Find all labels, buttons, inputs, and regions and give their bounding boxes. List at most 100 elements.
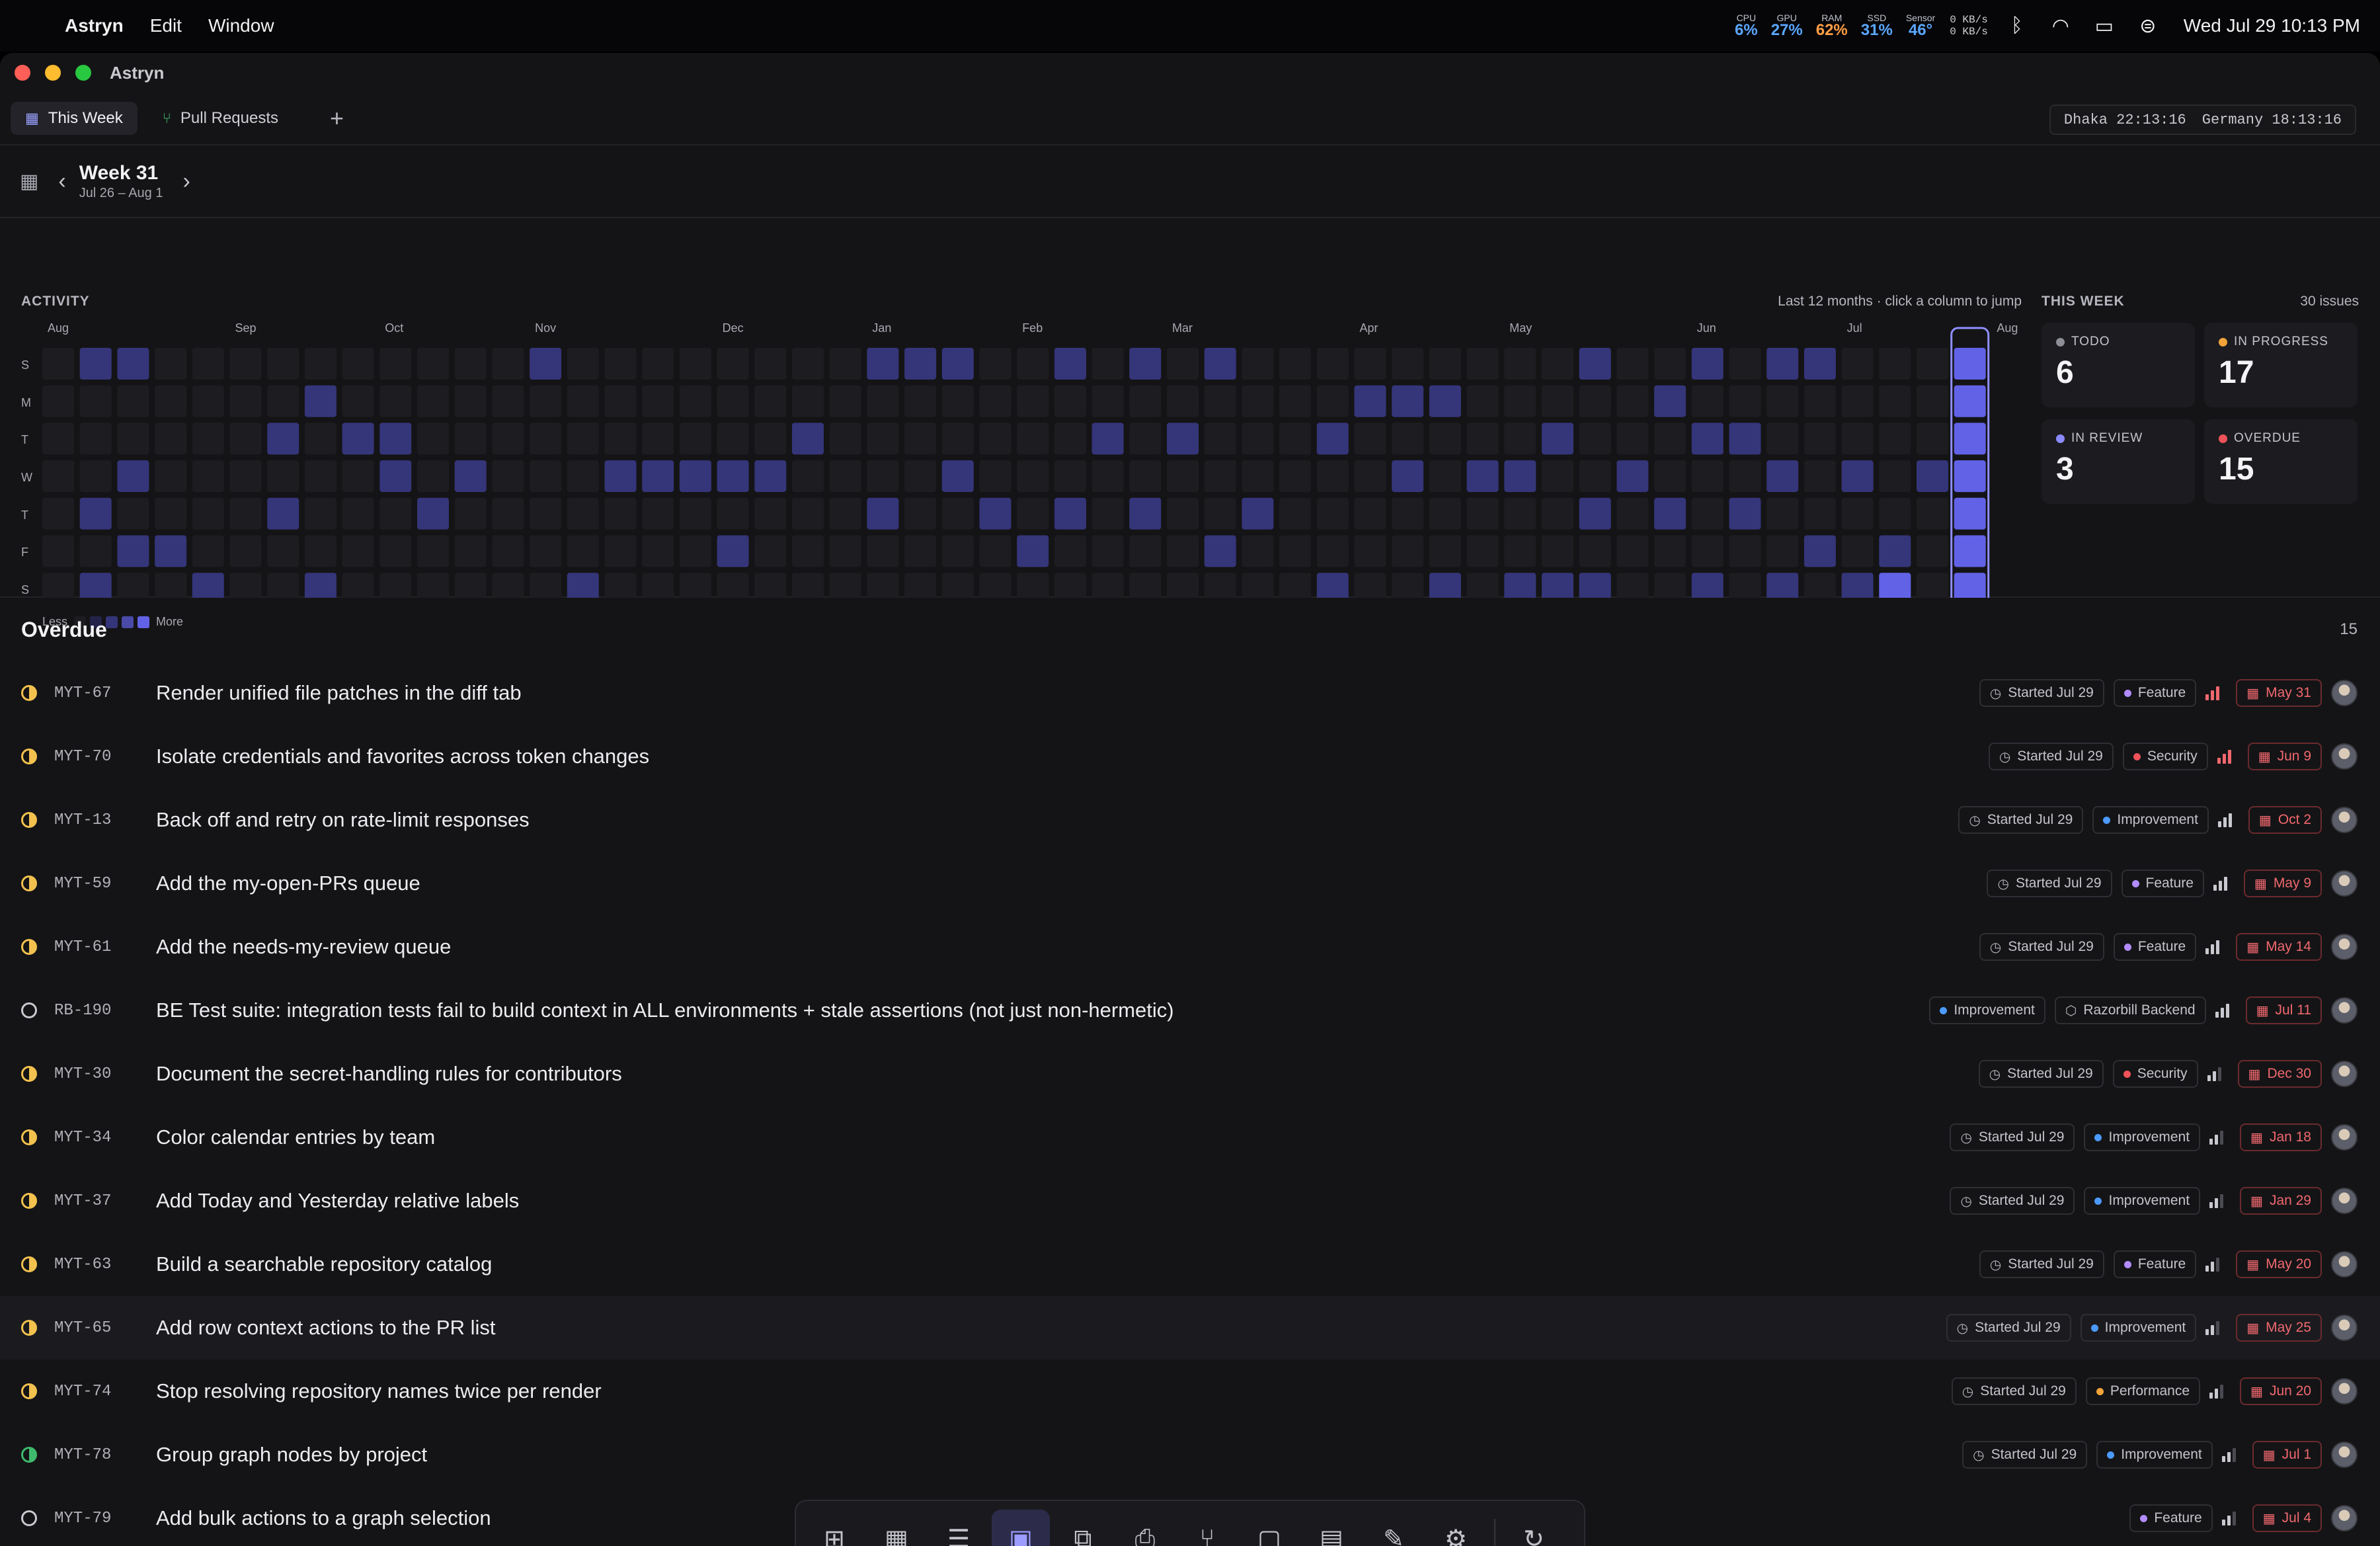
- dock-button-calendar[interactable]: ▦: [867, 1510, 926, 1546]
- heatmap-cell[interactable]: [1204, 535, 1236, 567]
- heatmap-cell[interactable]: [454, 573, 487, 598]
- heatmap-cell[interactable]: [492, 385, 524, 417]
- heatmap-cell[interactable]: [155, 460, 187, 493]
- heatmap-cell[interactable]: [1654, 535, 1686, 567]
- heatmap-cell[interactable]: [1167, 497, 1199, 530]
- heatmap-cell[interactable]: [679, 348, 711, 380]
- heatmap-cell[interactable]: [1954, 460, 1986, 493]
- heatmap-cell[interactable]: [267, 423, 299, 455]
- heatmap-cell[interactable]: [229, 460, 262, 493]
- heatmap-cell[interactable]: [1804, 348, 1836, 380]
- dock-button-refresh[interactable]: ↻: [1505, 1510, 1563, 1546]
- heatmap-cell[interactable]: [1429, 573, 1461, 598]
- heatmap-cell[interactable]: [1841, 423, 1874, 455]
- heatmap-cell[interactable]: [679, 535, 711, 567]
- issue-row[interactable]: MYT-63 Build a searchable repository cata…: [0, 1233, 2380, 1296]
- issue-title[interactable]: Color calendar entries by team: [156, 1125, 435, 1149]
- project-chip[interactable]: ⬡ Razorbill Backend: [2054, 997, 2206, 1024]
- heatmap-cell[interactable]: [1091, 423, 1124, 455]
- issue-title[interactable]: Build a searchable repository catalog: [156, 1252, 492, 1276]
- heatmap-cell[interactable]: [492, 535, 524, 567]
- heatmap-cell[interactable]: [530, 573, 562, 598]
- heatmap-cell[interactable]: [267, 573, 299, 598]
- heatmap-cell[interactable]: [1917, 535, 1948, 567]
- heatmap-cell[interactable]: [792, 385, 824, 417]
- heatmap-cell[interactable]: [867, 423, 899, 455]
- heatmap-cell[interactable]: [1392, 385, 1424, 417]
- heatmap-cell[interactable]: [642, 573, 674, 598]
- heatmap-cell[interactable]: [1579, 348, 1611, 380]
- dock-button-list[interactable]: ☰: [930, 1510, 988, 1546]
- heatmap-cell[interactable]: [792, 460, 824, 493]
- due-date-chip[interactable]: ▦ Jul 1: [2252, 1441, 2322, 1469]
- heatmap-cell[interactable]: [1917, 348, 1948, 380]
- label-chip[interactable]: Improvement: [2080, 1314, 2197, 1342]
- heatmap-cell[interactable]: [192, 535, 224, 567]
- dock-button-inbox[interactable]: ⎙: [1116, 1510, 1174, 1546]
- priority-bars-icon[interactable]: [2205, 1257, 2227, 1272]
- status-icon[interactable]: [21, 1002, 37, 1018]
- label-chip[interactable]: Feature: [2113, 679, 2197, 707]
- heatmap-cell[interactable]: [717, 573, 749, 598]
- heatmap-cell[interactable]: [1654, 423, 1686, 455]
- priority-bars-icon[interactable]: [2205, 1321, 2227, 1335]
- heatmap-cell[interactable]: [829, 535, 861, 567]
- issue-title[interactable]: Add row context actions to the PR list: [156, 1316, 495, 1340]
- priority-bars-icon[interactable]: [2207, 1067, 2229, 1081]
- heatmap-cell[interactable]: [1279, 423, 1312, 455]
- label-chip[interactable]: Security: [2122, 743, 2208, 770]
- heatmap-cell[interactable]: [1316, 535, 1349, 567]
- label-chip[interactable]: Improvement: [2084, 1123, 2201, 1151]
- heatmap-cell[interactable]: [1054, 385, 1086, 417]
- heatmap-cell[interactable]: [1242, 460, 1274, 493]
- heatmap-cell[interactable]: [1091, 573, 1124, 598]
- heatmap-cell[interactable]: [1054, 460, 1086, 493]
- heatmap-cell[interactable]: [155, 385, 187, 417]
- heatmap-cell[interactable]: [829, 385, 861, 417]
- bluetooth-icon[interactable]: ᛒ: [2003, 15, 2032, 37]
- heatmap-cell[interactable]: [567, 423, 599, 455]
- due-date-chip[interactable]: ▦ Jan 29: [2240, 1187, 2322, 1215]
- issue-title[interactable]: Back off and retry on rate-limit respons…: [156, 808, 530, 832]
- heatmap-cell[interactable]: [1954, 573, 1986, 598]
- heatmap-cell[interactable]: [379, 385, 412, 417]
- heatmap-cell[interactable]: [1129, 348, 1162, 380]
- issue-title[interactable]: Document the secret-handling rules for c…: [156, 1062, 622, 1086]
- heatmap-cell[interactable]: [1279, 460, 1312, 493]
- heatmap-cell[interactable]: [1017, 573, 1049, 598]
- stat-ssd[interactable]: SSD 31%: [1861, 13, 1893, 38]
- heatmap-cell[interactable]: [454, 348, 487, 380]
- heatmap-cell[interactable]: [1917, 385, 1948, 417]
- heatmap-cell[interactable]: [1129, 423, 1162, 455]
- heatmap-cell[interactable]: [904, 385, 937, 417]
- priority-bars-icon[interactable]: [2209, 1130, 2231, 1145]
- heatmap-cell[interactable]: [717, 423, 749, 455]
- heatmap-cell[interactable]: [1091, 460, 1124, 493]
- heatmap-cell[interactable]: [1017, 497, 1049, 530]
- heatmap-cell[interactable]: [417, 535, 449, 567]
- heatmap-cell[interactable]: [1542, 497, 1573, 530]
- due-date-chip[interactable]: ▦ Jul 11: [2245, 997, 2322, 1024]
- heatmap-cell[interactable]: [1504, 497, 1536, 530]
- heatmap-cell[interactable]: [192, 385, 224, 417]
- heatmap-cell[interactable]: [941, 497, 974, 530]
- heatmap-cell[interactable]: [1392, 460, 1424, 493]
- heatmap-cell[interactable]: [717, 497, 749, 530]
- heatmap-cell[interactable]: [117, 497, 149, 530]
- stat-card-todo[interactable]: TODO 6: [2042, 323, 2195, 407]
- label-chip[interactable]: Feature: [2113, 1250, 2197, 1278]
- heatmap-cell[interactable]: [42, 385, 74, 417]
- heatmap-cell[interactable]: [717, 460, 749, 493]
- heatmap-cell[interactable]: [754, 535, 787, 567]
- heatmap-cell[interactable]: [1466, 573, 1499, 598]
- heatmap-cell[interactable]: [604, 385, 637, 417]
- heatmap-cell[interactable]: [79, 497, 112, 530]
- heatmap-cell[interactable]: [117, 385, 149, 417]
- label-chip[interactable]: Improvement: [2096, 1441, 2213, 1469]
- heatmap-cell[interactable]: [1879, 535, 1911, 567]
- heatmap-cell[interactable]: [42, 573, 74, 598]
- heatmap-cell[interactable]: [530, 348, 562, 380]
- status-icon[interactable]: [21, 1256, 37, 1272]
- heatmap-cell[interactable]: [829, 348, 861, 380]
- heatmap-cell[interactable]: [1316, 573, 1349, 598]
